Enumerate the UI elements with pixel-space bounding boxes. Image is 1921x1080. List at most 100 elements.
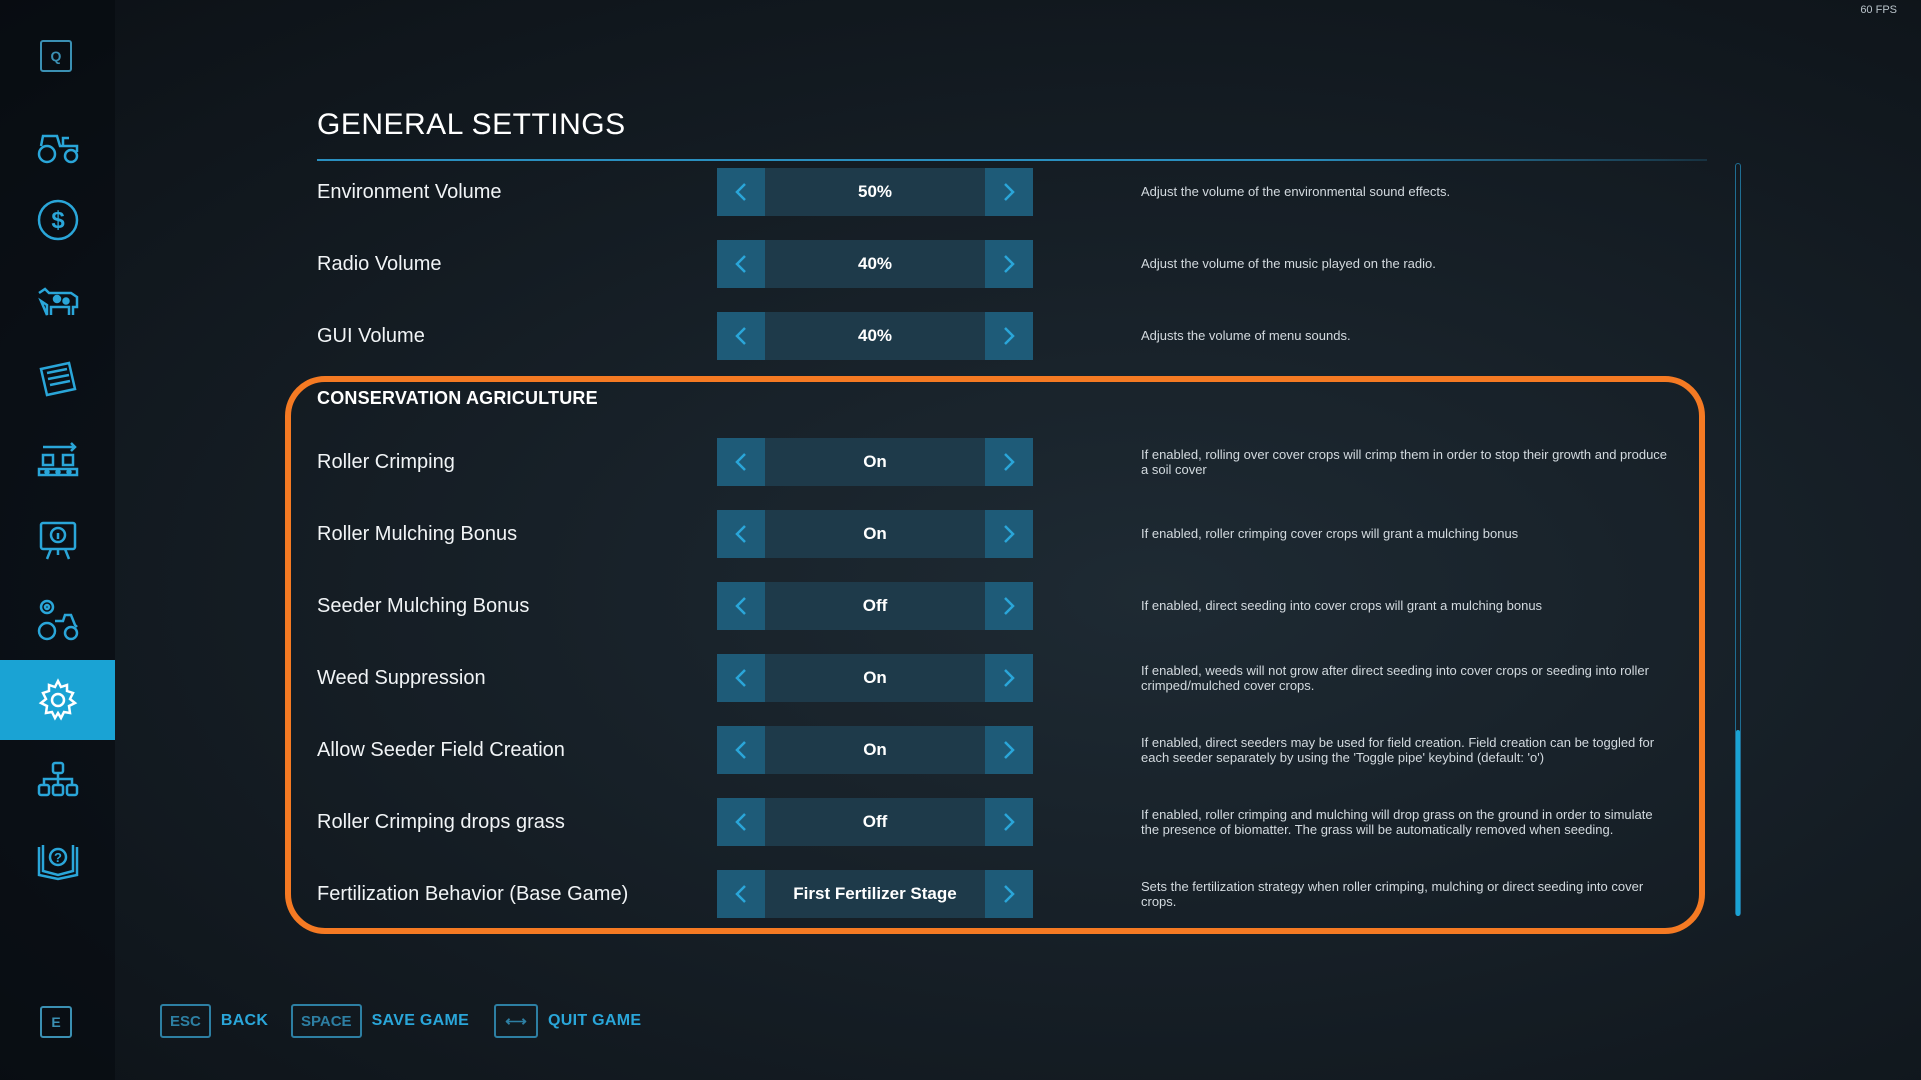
- chevron-right-icon: [1004, 183, 1015, 201]
- increase-button[interactable]: [985, 240, 1033, 288]
- save-game-button[interactable]: SPACE SAVE GAME: [291, 1002, 469, 1040]
- chevron-right-icon: [1004, 597, 1015, 615]
- setting-value: Off: [765, 582, 985, 630]
- decrease-button[interactable]: [717, 510, 765, 558]
- svg-text:?: ?: [54, 850, 62, 865]
- chevron-left-icon: [735, 255, 746, 273]
- increase-button[interactable]: [985, 870, 1033, 918]
- decrease-button[interactable]: [717, 870, 765, 918]
- setting-value: 40%: [765, 240, 985, 288]
- sidebar-next-key[interactable]: E: [40, 1006, 72, 1038]
- sidebar-item-vehicles[interactable]: [0, 105, 115, 185]
- backspace-key-badge: ⟷: [494, 1004, 538, 1038]
- setting-label: Roller Mulching Bonus: [317, 523, 518, 545]
- sidebar-item-contracts[interactable]: [0, 340, 115, 420]
- setting-description: Adjust the volume of the music played on…: [1141, 256, 1436, 272]
- setting-label: Environment Volume: [317, 181, 502, 203]
- sidebar-item-help[interactable]: ?: [0, 820, 115, 900]
- increase-button[interactable]: [985, 312, 1033, 360]
- title-divider: [317, 159, 1707, 161]
- setting-selector: Off: [717, 582, 1033, 630]
- setting-selector: On: [717, 654, 1033, 702]
- contracts-icon: [38, 361, 77, 397]
- chevron-left-icon: [735, 453, 746, 471]
- increase-button[interactable]: [985, 654, 1033, 702]
- increase-button[interactable]: [985, 798, 1033, 846]
- chevron-right-icon: [1004, 255, 1015, 273]
- setting-selector: On: [717, 726, 1033, 774]
- sidebar-item-tutorial[interactable]: [0, 500, 115, 580]
- setting-selector: 50%: [717, 168, 1033, 216]
- sidebar-prev-key[interactable]: Q: [40, 40, 72, 72]
- chevron-left-icon: [735, 525, 746, 543]
- chevron-right-icon: [1004, 669, 1015, 687]
- space-key-badge: SPACE: [291, 1004, 362, 1038]
- setting-description: If enabled, roller crimping and mulching…: [1141, 806, 1653, 838]
- decrease-button[interactable]: [717, 654, 765, 702]
- setting-value: On: [765, 438, 985, 486]
- sidebar-item-vehicle-settings[interactable]: [0, 580, 115, 660]
- setting-row-seeder-mulching-bonus: Seeder Mulching Bonus Off If enabled, di…: [317, 582, 1667, 630]
- increase-button[interactable]: [985, 438, 1033, 486]
- setting-row-roller-crimping: Roller Crimping On If enabled, rolling o…: [317, 438, 1667, 486]
- sidebar-item-animals[interactable]: [0, 260, 115, 340]
- scrollbar-thumb[interactable]: [1736, 730, 1740, 916]
- sidebar-item-workers[interactable]: [0, 740, 115, 820]
- setting-row-roller-mulching-bonus: Roller Mulching Bonus On If enabled, rol…: [317, 510, 1667, 558]
- increase-button[interactable]: [985, 726, 1033, 774]
- setting-value: 50%: [765, 168, 985, 216]
- chevron-left-icon: [735, 597, 746, 615]
- setting-label: GUI Volume: [317, 325, 425, 347]
- sidebar: Q $ ? E: [0, 0, 115, 1080]
- chevron-left-icon: [735, 885, 746, 903]
- increase-button[interactable]: [985, 510, 1033, 558]
- setting-label: Fertilization Behavior (Base Game): [317, 883, 629, 905]
- setting-description: If enabled, roller crimping cover crops …: [1141, 526, 1519, 542]
- chevron-right-icon: [1004, 525, 1015, 543]
- chevron-right-icon: [1004, 327, 1015, 345]
- setting-label: Roller Crimping: [317, 451, 455, 473]
- setting-description: Sets the fertilization strategy when rol…: [1141, 878, 1644, 910]
- svg-text:$: $: [51, 207, 65, 234]
- back-button[interactable]: ESC BACK: [160, 1002, 268, 1040]
- decrease-button[interactable]: [717, 312, 765, 360]
- sidebar-item-production[interactable]: [0, 420, 115, 500]
- setting-label: Seeder Mulching Bonus: [317, 595, 530, 617]
- production-chain-icon: [37, 442, 78, 477]
- setting-label: Allow Seeder Field Creation: [317, 739, 565, 761]
- sidebar-item-general-settings[interactable]: [0, 660, 115, 740]
- decrease-button[interactable]: [717, 726, 765, 774]
- chevron-left-icon: [735, 813, 746, 831]
- setting-value: Off: [765, 798, 985, 846]
- setting-description: If enabled, weeds will not grow after di…: [1141, 662, 1649, 694]
- sidebar-item-finances[interactable]: $: [0, 180, 115, 260]
- decrease-button[interactable]: [717, 168, 765, 216]
- section-title: CONSERVATION AGRICULTURE: [317, 388, 598, 408]
- dollar-icon: $: [37, 199, 78, 241]
- tutorial-board-icon: [39, 521, 76, 560]
- setting-value: On: [765, 654, 985, 702]
- setting-selector: 40%: [717, 312, 1033, 360]
- esc-key-badge: ESC: [160, 1004, 211, 1038]
- setting-row-fertilization-behavior: Fertilization Behavior (Base Game) First…: [317, 870, 1667, 918]
- decrease-button[interactable]: [717, 240, 765, 288]
- gear-icon: [38, 678, 77, 721]
- chevron-right-icon: [1004, 741, 1015, 759]
- cow-icon: [37, 287, 78, 316]
- decrease-button[interactable]: [717, 438, 765, 486]
- increase-button[interactable]: [985, 168, 1033, 216]
- increase-button[interactable]: [985, 582, 1033, 630]
- vehicle-settings-icon: [37, 599, 78, 641]
- setting-value: On: [765, 510, 985, 558]
- chevron-left-icon: [735, 669, 746, 687]
- setting-value: First Fertilizer Stage: [765, 870, 985, 918]
- chevron-left-icon: [735, 183, 746, 201]
- decrease-button[interactable]: [717, 582, 765, 630]
- quit-game-button[interactable]: ⟷ QUIT GAME: [494, 1002, 641, 1040]
- back-label: BACK: [220, 1012, 269, 1029]
- setting-row-environment-volume: Environment Volume 50% Adjust the volume…: [317, 168, 1667, 216]
- decrease-button[interactable]: [717, 798, 765, 846]
- setting-row-roller-crimping-drops-grass: Roller Crimping drops grass Off If enabl…: [317, 798, 1667, 846]
- chevron-left-icon: [735, 327, 746, 345]
- setting-row-gui-volume: GUI Volume 40% Adjusts the volume of men…: [317, 312, 1667, 360]
